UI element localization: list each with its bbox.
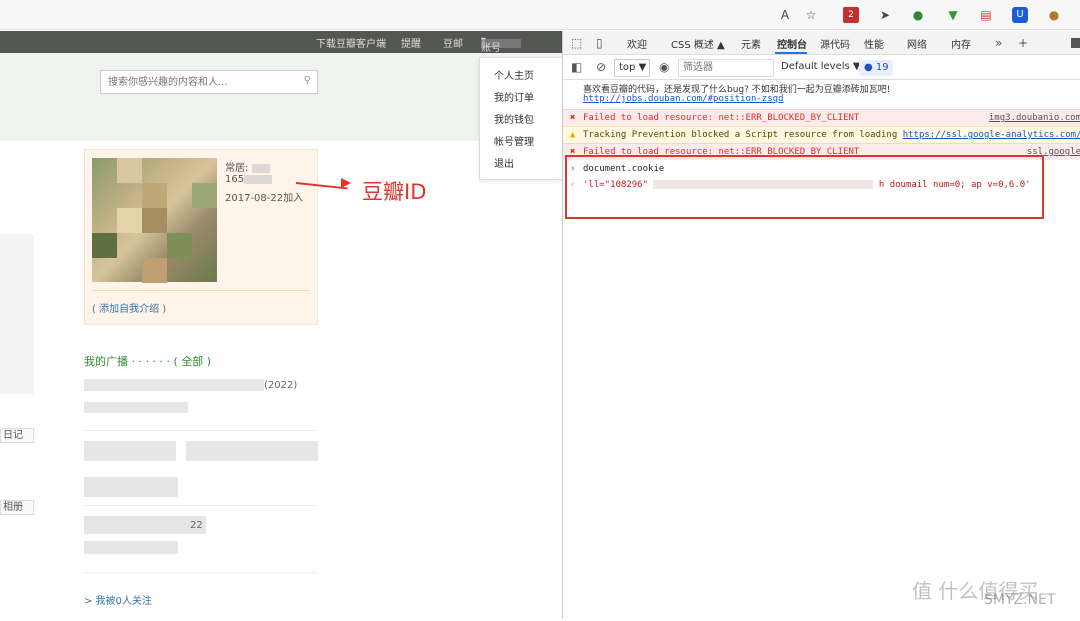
- feed-divider-2: [84, 505, 318, 506]
- feed-year-2: 22: [190, 520, 203, 531]
- feed-blur-1: [84, 379, 264, 391]
- settings-icon[interactable]: [1071, 38, 1080, 48]
- tab-sources[interactable]: 源代码: [820, 36, 850, 51]
- context-selector[interactable]: top ▼: [614, 59, 650, 77]
- console-filter-bar: ◧ ⊘ top ▼ ◉ 筛选器 Default levels ▼ ● 19: [563, 56, 1080, 80]
- console-filter-input[interactable]: 筛选器: [678, 59, 774, 77]
- feed-blur-3: [84, 441, 176, 461]
- bitwarden-icon[interactable]: U: [1012, 7, 1028, 23]
- jobs-link[interactable]: http://jobs.douban.com/#position-zsqd: [583, 94, 783, 104]
- followers-link[interactable]: > 我被0人关注: [84, 592, 152, 607]
- annotation-arrow-head: [341, 178, 351, 188]
- avatar[interactable]: [92, 158, 217, 283]
- active-tab-indicator: [775, 52, 807, 54]
- extension-ublock-icon[interactable]: 2: [843, 7, 859, 23]
- account-dropdown: 个人主页 我的订单 我的钱包 帐号管理 退出: [479, 57, 562, 180]
- favorites-icon[interactable]: ☆: [803, 7, 819, 23]
- feed-blur-7: [84, 541, 178, 554]
- profile-card: 常居: 165 2017-08-22加入 ( 添加自我介绍 ): [84, 149, 318, 325]
- search-band: ⚲: [0, 53, 562, 141]
- error-1-source[interactable]: img3.doubanio.com: [989, 113, 1080, 123]
- console-warning: ▲ Tracking Prevention blocked a Script r…: [563, 126, 1080, 143]
- broadcast-section-title[interactable]: 我的广播 · · · · · · ( 全部 ): [84, 353, 211, 369]
- search-icon[interactable]: ⚲: [304, 75, 311, 86]
- console-error-1: ✖ Failed to load resource: net::ERR_BLOC…: [563, 109, 1080, 126]
- tab-elements[interactable]: 元素: [741, 36, 761, 51]
- card-divider: [92, 290, 310, 291]
- menu-item-homepage[interactable]: 个人主页: [494, 67, 534, 82]
- left-sidebar-strip: [0, 234, 34, 394]
- menu-item-orders[interactable]: 我的订单: [494, 89, 534, 104]
- devtools-panel: ⬚ ▯ 欢迎 CSS 概述 ▲ 元素 控制台 源代码 性能 网络 内存 » + …: [562, 31, 1080, 619]
- cookie-icon[interactable]: ●: [1046, 7, 1062, 23]
- feed-blur-5: [84, 477, 178, 497]
- side-tag-diary[interactable]: 日记: [0, 428, 34, 443]
- tab-memory[interactable]: 内存: [951, 36, 971, 51]
- send-icon[interactable]: ➤: [877, 7, 893, 23]
- live-expression-eye-icon[interactable]: ◉: [659, 60, 669, 74]
- feed-divider: [84, 430, 318, 431]
- issues-badge[interactable]: ● 19: [859, 60, 893, 76]
- nav-reminders[interactable]: 提醒: [401, 35, 421, 50]
- extension-globe-icon[interactable]: ●: [910, 7, 926, 23]
- tab-welcome[interactable]: 欢迎: [627, 36, 647, 51]
- douban-id-annotation: 豆瓣ID: [362, 180, 427, 204]
- tab-performance[interactable]: 性能: [864, 36, 884, 51]
- feed-blur-2: [84, 402, 188, 413]
- download-extension-icon[interactable]: ▼: [945, 7, 961, 23]
- inspect-element-icon[interactable]: ⬚: [571, 36, 582, 50]
- search-input[interactable]: [101, 71, 291, 93]
- profile-joined-date: 2017-08-22加入: [225, 193, 304, 204]
- tab-network[interactable]: 网络: [907, 36, 927, 51]
- watermark-site: SMYZ.NET: [984, 592, 1056, 608]
- feed-blur-4: [186, 441, 318, 461]
- search-box: ⚲: [100, 70, 318, 94]
- menu-item-wallet[interactable]: 我的钱包: [494, 111, 534, 126]
- tab-css-overview[interactable]: CSS 概述 ▲: [671, 36, 725, 51]
- feed-blur-6: [84, 516, 206, 534]
- sidebar-toggle-icon[interactable]: ◧: [571, 60, 582, 74]
- browser-toolbar: A ☆ 2 ➤ ● ▼ ▤ U ●: [0, 0, 1080, 30]
- add-intro-link[interactable]: ( 添加自我介绍 ): [92, 300, 166, 315]
- add-tab-icon[interactable]: +: [1018, 36, 1028, 50]
- read-aloud-icon[interactable]: A: [777, 7, 793, 23]
- menu-item-logout[interactable]: 退出: [494, 155, 514, 170]
- device-toolbar-icon[interactable]: ▯: [596, 36, 603, 50]
- nav-account-menu[interactable]: 账号 ▾: [481, 35, 521, 54]
- menu-item-account-settings[interactable]: 帐号管理: [494, 133, 534, 148]
- warning-icon: ▲: [570, 130, 576, 140]
- douban-page: 下载豆瓣客户端 提醒 豆邮 账号 ▾ ⚲ 个人主页 我的订单 我的钱包 帐号管理…: [0, 31, 562, 619]
- error-icon: ✖: [570, 113, 576, 123]
- profile-id: 165: [225, 174, 273, 185]
- console-greeting: 喜欢看豆瓣的代码，还是发现了什么bug? 不如和我们一起为豆瓣添砖加瓦吧!: [583, 85, 891, 95]
- side-tag-album[interactable]: 相册: [0, 500, 34, 515]
- clear-console-icon[interactable]: ⊘: [596, 60, 606, 74]
- nav-doumail[interactable]: 豆邮: [443, 35, 463, 50]
- nav-download-client[interactable]: 下载豆瓣客户端: [316, 35, 386, 50]
- tab-console[interactable]: 控制台: [777, 36, 807, 51]
- profile-location: 常居:: [225, 159, 270, 174]
- console-greeting-link-row: http://jobs.douban.com/#position-zsqd: [563, 93, 1080, 107]
- ga-link[interactable]: https://ssl.google-analytics.com/ga.js: [903, 130, 1080, 140]
- feed-year: (2022): [264, 380, 298, 391]
- devtools-tab-bar: ⬚ ▯ 欢迎 CSS 概述 ▲ 元素 控制台 源代码 性能 网络 内存 » +: [563, 31, 1080, 55]
- notes-extension-icon[interactable]: ▤: [978, 7, 994, 23]
- feed-divider-3: [84, 572, 318, 573]
- cookie-highlight-box: [565, 155, 1044, 219]
- douban-top-nav: 下载豆瓣客户端 提醒 豆邮 账号 ▾: [0, 31, 562, 54]
- log-levels-dropdown[interactable]: Default levels ▼: [777, 59, 861, 77]
- more-tabs-icon[interactable]: »: [995, 36, 1002, 50]
